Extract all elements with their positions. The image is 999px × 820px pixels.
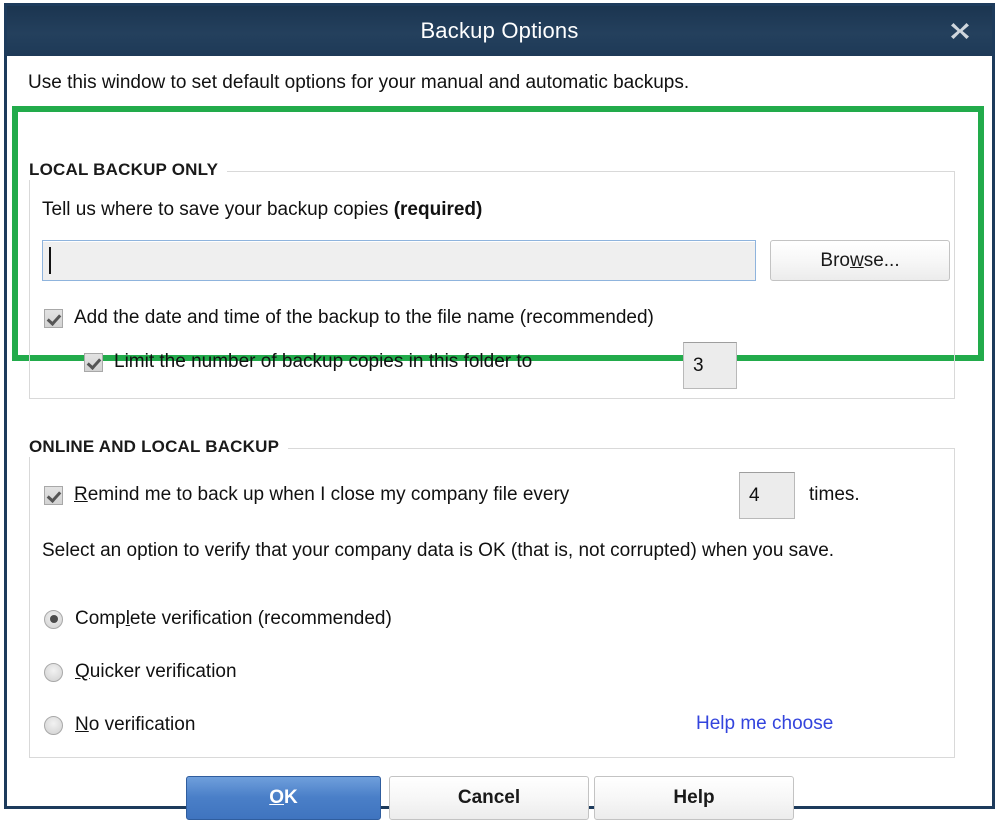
radio-icon-quicker-verification bbox=[44, 663, 63, 682]
remind-frequency-suffix: times. bbox=[809, 484, 860, 506]
ok-button[interactable]: OK bbox=[186, 776, 381, 820]
remind-backup-label: Remind me to back up when I close my com… bbox=[74, 484, 569, 506]
save-location-prompt-text: Tell us where to save your backup copies bbox=[42, 199, 394, 220]
radio-icon-no-verification bbox=[44, 716, 63, 735]
local-backup-group: LOCAL BACKUP ONLY Tell us where to save … bbox=[29, 171, 955, 399]
help-button[interactable]: Help bbox=[594, 776, 794, 820]
radio-icon-complete-verification bbox=[44, 610, 63, 629]
backup-path-input[interactable] bbox=[42, 240, 756, 281]
title-bar: Backup Options bbox=[7, 6, 992, 56]
add-datetime-checkbox[interactable]: Add the date and time of the backup to t… bbox=[44, 307, 654, 329]
limit-copies-checkbox[interactable]: Limit the number of backup copies in thi… bbox=[84, 351, 532, 373]
limit-copies-value: 3 bbox=[693, 355, 704, 377]
checkbox-icon-limit-copies bbox=[84, 353, 103, 372]
add-datetime-label: Add the date and time of the backup to t… bbox=[74, 307, 654, 329]
checkbox-icon-remind-backup bbox=[44, 486, 63, 505]
backup-options-window: Backup Options Use this window to set de… bbox=[4, 3, 995, 809]
browse-button[interactable]: Browse... bbox=[770, 240, 950, 281]
intro-text: Use this window to set default options f… bbox=[28, 72, 689, 94]
radio-label-complete-verification: Complete verification (recommended) bbox=[75, 608, 392, 630]
radio-no-verification[interactable]: No verification bbox=[44, 714, 195, 736]
remind-frequency-input[interactable]: 4 bbox=[739, 472, 795, 519]
save-location-required-tag: (required) bbox=[394, 199, 483, 220]
limit-copies-input[interactable]: 3 bbox=[683, 342, 737, 389]
text-cursor bbox=[49, 247, 51, 274]
ok-button-label: OK bbox=[269, 787, 298, 809]
radio-complete-verification[interactable]: Complete verification (recommended) bbox=[44, 608, 392, 630]
window-title: Backup Options bbox=[420, 18, 578, 44]
remind-backup-checkbox[interactable]: Remind me to back up when I close my com… bbox=[44, 484, 569, 506]
close-icon[interactable] bbox=[945, 16, 975, 46]
save-location-prompt: Tell us where to save your backup copies… bbox=[42, 199, 482, 221]
online-local-backup-group: ONLINE AND LOCAL BACKUP Remind me to bac… bbox=[29, 448, 955, 758]
radio-label-quicker-verification: Quicker verification bbox=[75, 661, 237, 683]
radio-label-no-verification: No verification bbox=[75, 714, 195, 736]
cancel-button-label: Cancel bbox=[458, 787, 520, 809]
radio-quicker-verification[interactable]: Quicker verification bbox=[44, 661, 237, 683]
dialog-body: Use this window to set default options f… bbox=[7, 56, 992, 806]
online-local-backup-content: Remind me to back up when I close my com… bbox=[29, 448, 955, 758]
verification-instructions: Select an option to verify that your com… bbox=[42, 537, 887, 564]
help-button-label: Help bbox=[673, 787, 714, 809]
help-me-choose-link[interactable]: Help me choose bbox=[696, 713, 833, 735]
local-backup-content: Tell us where to save your backup copies… bbox=[29, 171, 955, 399]
limit-copies-label: Limit the number of backup copies in thi… bbox=[114, 351, 532, 373]
browse-button-label: Browse... bbox=[820, 250, 899, 272]
cancel-button[interactable]: Cancel bbox=[389, 776, 589, 820]
remind-frequency-value: 4 bbox=[749, 485, 760, 507]
checkbox-icon-add-datetime bbox=[44, 309, 63, 328]
